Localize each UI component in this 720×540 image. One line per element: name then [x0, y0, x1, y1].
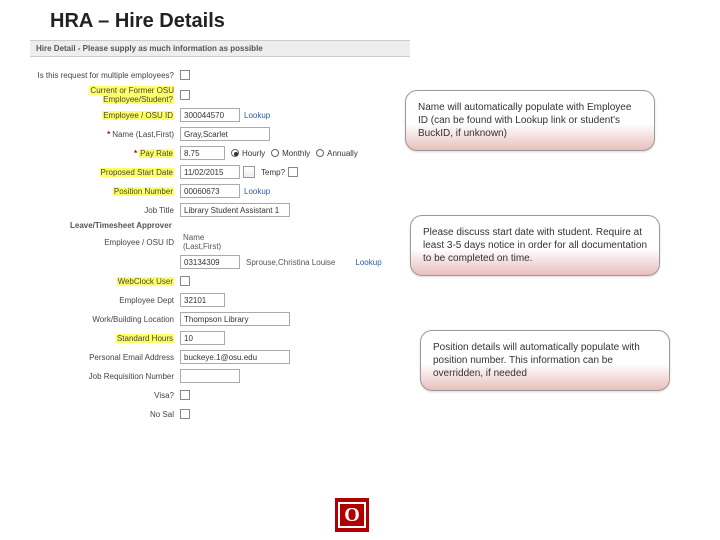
label-dept: Employee Dept [30, 296, 180, 305]
label-multi: Is this request for multiple employees? [30, 71, 180, 80]
calendar-icon[interactable] [243, 166, 255, 178]
label-jobreq: Job Requisition Number [30, 372, 180, 381]
posnum-lookup-link[interactable]: Lookup [244, 187, 270, 196]
startdate-input[interactable]: 11/02/2015 [180, 165, 240, 179]
empid-input[interactable]: 300044570 [180, 108, 240, 122]
current-checkbox[interactable] [180, 90, 190, 100]
label-jobtitle: Job Title [30, 206, 180, 215]
radio-annually-label: Annually [327, 149, 358, 158]
dept-input[interactable]: 32101 [180, 293, 225, 307]
visa-checkbox[interactable] [180, 390, 190, 400]
payrate-input[interactable]: 8.75 [180, 146, 225, 160]
multi-checkbox[interactable] [180, 70, 190, 80]
radio-monthly-label: Monthly [282, 149, 310, 158]
temp-label: Temp? [261, 168, 285, 177]
email-input[interactable]: buckeye.1@osu.edu [180, 350, 290, 364]
hire-form: Hire Detail - Please supply as much info… [30, 40, 410, 425]
approver-name-col: Name (Last,First) [183, 233, 238, 251]
label-stdhours: Standard Hours [30, 334, 180, 343]
workloc-input[interactable]: Thompson Library [180, 312, 290, 326]
jobtitle-input[interactable]: Library Student Assistant 1 [180, 203, 290, 217]
radio-hourly-label: Hourly [242, 149, 265, 158]
label-name: *Name (Last,First) [30, 130, 180, 139]
jobreq-input[interactable] [180, 369, 240, 383]
label-posnum: Position Number [30, 187, 180, 196]
webclock-checkbox[interactable] [180, 276, 190, 286]
callout-name: Name will automatically populate with Em… [405, 90, 655, 151]
page-title: HRA – Hire Details [0, 0, 720, 39]
name-input[interactable]: Gray,Scarlet [180, 127, 270, 141]
stdhours-input[interactable]: 10 [180, 331, 225, 345]
label-approverid: Employee / OSU ID [30, 238, 180, 247]
approver-name-value: Sprouse,Christina Louise [246, 258, 335, 267]
nosal-checkbox[interactable] [180, 409, 190, 419]
approverid-input[interactable]: 03134309 [180, 255, 240, 269]
label-email: Personal Email Address [30, 353, 180, 362]
logo-letter: O [338, 502, 366, 528]
osu-logo: O [335, 498, 369, 532]
label-current: Current or Former OSU Employee/Student? [30, 86, 180, 104]
label-startdate: Proposed Start Date [30, 168, 180, 177]
empid-lookup-link[interactable]: Lookup [244, 111, 270, 120]
label-workloc: Work/Building Location [30, 315, 180, 324]
label-visa: Visa? [30, 391, 180, 400]
posnum-input[interactable]: 00060673 [180, 184, 240, 198]
label-nosal: No Sal [30, 410, 180, 419]
radio-annually[interactable] [316, 149, 324, 157]
callout-startdate: Please discuss start date with student. … [410, 215, 660, 276]
label-payrate: *Pay Rate [30, 149, 180, 158]
label-empid: Employee / OSU ID [30, 111, 180, 120]
temp-checkbox[interactable] [288, 167, 298, 177]
approver-lookup-link[interactable]: Lookup [355, 258, 381, 267]
form-header: Hire Detail - Please supply as much info… [30, 40, 410, 57]
radio-monthly[interactable] [271, 149, 279, 157]
callout-position: Position details will automatically popu… [420, 330, 670, 391]
approver-section: Leave/Timesheet Approver [70, 221, 410, 230]
radio-hourly[interactable] [231, 149, 239, 157]
label-webclock: WebClock User [30, 277, 180, 286]
